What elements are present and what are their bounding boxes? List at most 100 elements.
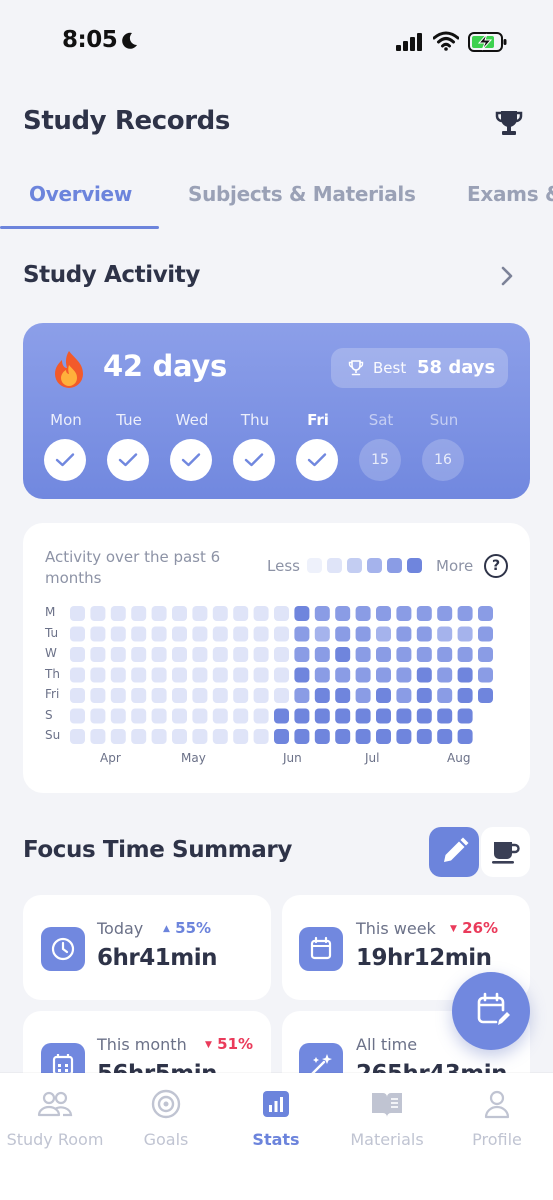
- best-value: 58 days: [417, 357, 496, 378]
- check-icon: [296, 439, 338, 481]
- streak-card[interactable]: 42 days Best 58 days Mon Tue Wed Thu Fri Sat 1…: [23, 323, 530, 499]
- day-fri: Fri: [296, 411, 340, 481]
- heatmap-cell: [355, 626, 371, 642]
- clock-icon: [41, 927, 85, 971]
- heatmap-cell: [457, 688, 473, 703]
- nav-item-stats[interactable]: Stats: [221, 1087, 331, 1149]
- bottom-navigation: Study Room Goals Stats Materials Profile: [0, 1073, 553, 1200]
- heatmap-cell: [314, 688, 330, 703]
- heatmap-cell: [151, 606, 167, 621]
- people-icon: [0, 1087, 110, 1121]
- heatmap-cell: [314, 708, 330, 724]
- heatmap-cell: [335, 688, 351, 703]
- status-time: 8:05: [62, 27, 118, 53]
- cup-icon: [492, 842, 520, 864]
- heatmap-cell: [478, 606, 493, 621]
- heatmap-cell: [294, 626, 310, 642]
- heatmap-cell: [416, 647, 432, 662]
- heatmap-cell: [151, 626, 167, 642]
- heatmap-cell: [314, 667, 330, 683]
- day-wed: Wed: [170, 411, 214, 481]
- heatmap-cell: [416, 688, 432, 703]
- day-date: 15: [359, 439, 401, 481]
- heatmap-cell: [478, 647, 493, 662]
- bar-chart-icon: [221, 1087, 331, 1121]
- stat-card-today[interactable]: Today ▲ 55% 6hr41min: [23, 895, 271, 1000]
- heatmap-cell: [253, 688, 269, 703]
- heatmap-cell: [416, 708, 432, 724]
- heatmap-cell: [172, 729, 187, 744]
- heatmap-cell: [70, 626, 85, 642]
- heatmap-cell: [335, 667, 351, 683]
- heatmap-cell: [437, 647, 453, 662]
- tab-exams[interactable]: Exams &: [467, 182, 553, 206]
- stat-label: This week: [356, 919, 436, 938]
- tab-overview[interactable]: Overview: [29, 182, 132, 206]
- arrow-up-icon: ▲: [163, 924, 170, 934]
- help-icon[interactable]: ?: [484, 554, 508, 578]
- day-label: Mon: [50, 411, 82, 429]
- heatmap-cell: [376, 667, 391, 683]
- legend-swatch: [327, 558, 342, 573]
- heatmap-cell: [192, 667, 208, 683]
- chevron-right-icon[interactable]: [498, 264, 516, 288]
- heatmap-cell: [70, 647, 85, 662]
- heatmap-cell: [294, 647, 310, 662]
- heatmap-cell: [376, 729, 391, 744]
- heatmap-cell: [396, 688, 412, 703]
- heatmap-cell: [437, 729, 453, 744]
- tab-subjects-materials[interactable]: Subjects & Materials: [188, 182, 416, 206]
- nav-item-study-room[interactable]: Study Room: [0, 1087, 110, 1149]
- heatmap-cell: [478, 688, 493, 703]
- check-icon: [107, 439, 149, 481]
- heatmap-cell: [253, 667, 269, 683]
- day-label: Sat: [368, 411, 394, 429]
- nav-item-profile[interactable]: Profile: [442, 1087, 552, 1149]
- stat-change: ▼ 26%: [450, 919, 499, 937]
- heatmap-cell: [151, 708, 167, 724]
- heatmap-cell: [90, 667, 106, 683]
- day-date: 16: [422, 439, 464, 481]
- add-record-button[interactable]: [452, 972, 530, 1050]
- focus-mode-button[interactable]: [429, 827, 479, 877]
- heatmap-cell: [294, 708, 310, 724]
- heatmap-cell: [274, 606, 289, 621]
- heatmap-cell: [294, 688, 310, 703]
- day-label: Wed: [175, 411, 209, 429]
- check-icon: [170, 439, 212, 481]
- day-label: Thu: [240, 411, 270, 429]
- heatmap-cell: [212, 647, 228, 662]
- heatmap-cell: [376, 708, 391, 724]
- heatmap-cell: [172, 667, 187, 683]
- break-mode-button[interactable]: [481, 827, 530, 877]
- heatmap-cell: [416, 729, 432, 744]
- heatmap-cell: [110, 606, 126, 621]
- heatmap-cell: [70, 688, 85, 703]
- day-mon: Mon: [44, 411, 88, 481]
- heatmap-cell: [437, 606, 453, 621]
- nav-item-goals[interactable]: Goals: [111, 1087, 221, 1149]
- heatmap-cell: [172, 647, 187, 662]
- heatmap-cell: [294, 667, 310, 683]
- stat-label: All time: [356, 1035, 418, 1054]
- day-sat: Sat 15: [359, 411, 403, 481]
- legend-more-label: More: [436, 557, 474, 575]
- streak-days: 42 days: [103, 349, 227, 383]
- heatmap-cell: [335, 606, 351, 621]
- trophy-button[interactable]: [493, 107, 525, 139]
- heatmap-cell: [70, 667, 85, 683]
- heatmap-cell: [314, 647, 330, 662]
- heatmap-cell: [396, 647, 412, 662]
- target-icon: [111, 1087, 221, 1121]
- nav-item-materials[interactable]: Materials: [332, 1087, 442, 1149]
- wifi-icon: [433, 31, 459, 51]
- day-label: Fri: [307, 411, 329, 429]
- heatmap-cell: [172, 708, 187, 724]
- check-icon: [44, 439, 86, 481]
- heatmap-cell: [416, 626, 432, 642]
- heatmap-cell: [396, 729, 412, 744]
- heatmap-cell: [70, 729, 85, 744]
- calendar-icon: [299, 927, 343, 971]
- heatmap-cell: [90, 647, 106, 662]
- heatmap-cell: [274, 708, 289, 724]
